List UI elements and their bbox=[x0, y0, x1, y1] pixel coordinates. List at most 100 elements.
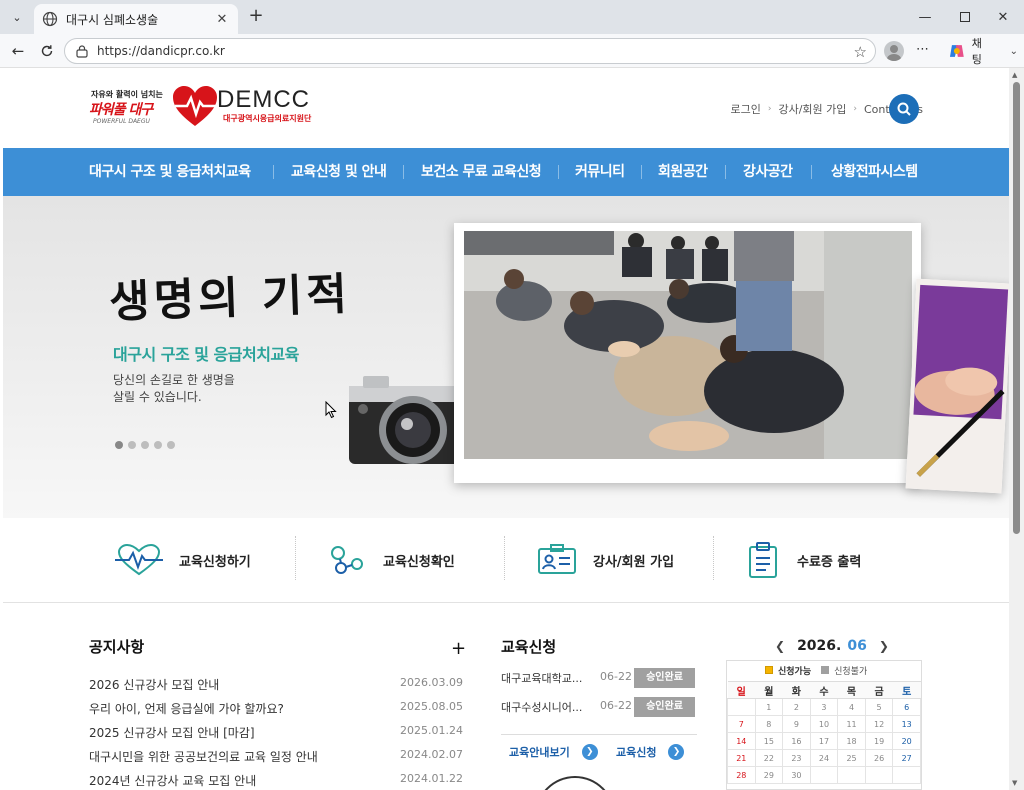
chevron-right-icon: ❯ bbox=[668, 744, 685, 760]
quick-label: 교육신청확인 bbox=[383, 554, 455, 570]
browser-tab[interactable]: 대구시 심폐소생술 ✕ bbox=[34, 4, 238, 34]
education-apply-link[interactable]: 교육신청 ❯ bbox=[616, 744, 685, 760]
calendar-day[interactable]: 10 bbox=[809, 715, 839, 733]
notice-more-plus-icon[interactable]: + bbox=[451, 638, 466, 659]
weekday-header: 금 bbox=[865, 681, 893, 699]
calendar-day[interactable]: 29 bbox=[754, 766, 784, 784]
notice-item[interactable]: 대구시민을 위한 공공보건의료 교육 일정 안내 2024.02.07 bbox=[89, 748, 463, 768]
calendar-day[interactable]: 11 bbox=[837, 715, 866, 733]
calendar-week-row: 14 15 16 17 18 19 20 bbox=[727, 732, 921, 750]
site-logo[interactable]: 자유와 활력이 넘치는 파워풀 대구 POWERFUL DAEGU DEMCC … bbox=[87, 82, 327, 130]
calendar-day[interactable]: 26 bbox=[864, 749, 894, 767]
calendar-day[interactable]: 15 bbox=[754, 732, 784, 750]
calendar-day[interactable]: 9 bbox=[782, 715, 811, 733]
notice-item[interactable]: 2026 신규강사 모집 안내 2026.03.09 bbox=[89, 676, 463, 696]
calendar-day bbox=[809, 766, 839, 784]
page-scrollbar[interactable]: ▲ ▼ bbox=[1009, 68, 1024, 790]
nav-cpr-education[interactable]: 대구시 구조 및 응급처치교육 bbox=[89, 148, 251, 196]
chat-chevron-icon[interactable]: ⌄ bbox=[1010, 46, 1018, 57]
scroll-down-icon[interactable]: ▼ bbox=[1012, 779, 1017, 787]
maximize-icon[interactable] bbox=[952, 6, 978, 28]
calendar-day[interactable]: 21 bbox=[727, 749, 756, 767]
calendar-day[interactable]: 25 bbox=[837, 749, 866, 767]
calendar-day[interactable]: 18 bbox=[837, 732, 866, 750]
notice-item-title: 2025 신규강사 모집 안내 [마감] bbox=[89, 726, 255, 740]
slide-dot[interactable] bbox=[141, 441, 149, 449]
tab-close-icon[interactable]: ✕ bbox=[214, 12, 230, 27]
nav-education-apply[interactable]: 교육신청 및 안내 bbox=[291, 148, 387, 196]
calendar-day[interactable]: 8 bbox=[754, 715, 784, 733]
nav-community[interactable]: 커뮤니티 bbox=[575, 148, 625, 196]
calendar-day[interactable]: 22 bbox=[754, 749, 784, 767]
slide-dot[interactable] bbox=[128, 441, 136, 449]
nav-health-center-apply[interactable]: 보건소 무료 교육신청 bbox=[421, 148, 542, 196]
quick-print-certificate[interactable]: 수료증 출력 bbox=[747, 540, 861, 580]
calendar-day bbox=[892, 766, 921, 784]
page-viewport: 자유와 활력이 넘치는 파워풀 대구 POWERFUL DAEGU DEMCC … bbox=[3, 68, 1009, 790]
minimize-icon[interactable]: — bbox=[912, 6, 938, 28]
scroll-up-icon[interactable]: ▲ bbox=[1012, 71, 1017, 79]
slide-dot[interactable] bbox=[115, 441, 123, 449]
calendar-day[interactable]: 14 bbox=[727, 732, 756, 750]
calendar-day[interactable]: 19 bbox=[864, 732, 894, 750]
weekday-header: 목 bbox=[837, 681, 866, 699]
site-info-icon[interactable] bbox=[75, 44, 89, 58]
back-arrow-icon[interactable]: ← bbox=[8, 41, 28, 61]
new-tab-plus-icon[interactable]: + bbox=[246, 7, 266, 27]
education-decoration bbox=[535, 776, 615, 790]
calendar-day[interactable]: 27 bbox=[892, 749, 921, 767]
site-search-button[interactable] bbox=[889, 94, 919, 124]
nav-separator bbox=[641, 165, 642, 179]
cpr-training-photo-image bbox=[464, 231, 912, 459]
calendar-day[interactable]: 23 bbox=[782, 749, 811, 767]
quick-instructor-signup[interactable]: 강사/회원 가입 bbox=[537, 540, 674, 580]
slide-dot[interactable] bbox=[167, 441, 175, 449]
instructor-signup-link[interactable]: 강사/회원 가입 bbox=[778, 101, 846, 117]
calendar-day[interactable]: 17 bbox=[809, 732, 839, 750]
calendar-prev-icon[interactable]: ❮ bbox=[775, 639, 785, 653]
calendar-day[interactable]: 3 bbox=[809, 698, 839, 716]
notice-item[interactable]: 우리 아이, 언제 응급실에 가야 할까요? 2025.08.05 bbox=[89, 700, 463, 720]
notice-item[interactable]: 2025 신규강사 모집 안내 [마감] 2025.01.24 bbox=[89, 724, 463, 744]
calendar-day[interactable]: 30 bbox=[782, 766, 811, 784]
calendar-day[interactable]: 12 bbox=[864, 715, 894, 733]
weekday-header: 토 bbox=[892, 681, 921, 699]
notice-item-title: 2024년 신규강사 교육 모집 안내 bbox=[89, 774, 257, 788]
calendar-day[interactable]: 24 bbox=[809, 749, 839, 767]
connection-nodes-icon bbox=[331, 546, 363, 574]
education-item[interactable]: 대구교육대학교... 06-22 승인완료 bbox=[501, 668, 697, 688]
main-navigation: 대구시 구조 및 응급처치교육 교육신청 및 안내 보건소 무료 교육신청 커뮤… bbox=[3, 148, 1009, 196]
calendar-day[interactable]: 4 bbox=[837, 698, 866, 716]
nav-instructor-space[interactable]: 강사공간 bbox=[743, 148, 793, 196]
education-guide-link[interactable]: 교육안내보기 ❯ bbox=[509, 744, 598, 760]
scrollbar-thumb[interactable] bbox=[1013, 82, 1020, 534]
calendar-day[interactable]: 5 bbox=[864, 698, 894, 716]
calendar-day[interactable]: 20 bbox=[892, 732, 921, 750]
calendar-day[interactable]: 1 bbox=[754, 698, 784, 716]
window-close-icon[interactable]: ✕ bbox=[990, 6, 1016, 28]
calendar-next-icon[interactable]: ❯ bbox=[879, 639, 889, 653]
status-badge: 승인완료 bbox=[634, 668, 695, 688]
calendar-day[interactable]: 16 bbox=[782, 732, 811, 750]
calendar-day[interactable]: 6 bbox=[892, 698, 921, 716]
profile-avatar-icon[interactable] bbox=[884, 41, 904, 61]
url-input[interactable]: https://dandicpr.co.kr ☆ bbox=[64, 38, 876, 64]
calendar-day[interactable]: 13 bbox=[892, 715, 921, 733]
login-link[interactable]: 로그인 bbox=[730, 101, 760, 117]
education-item[interactable]: 대구수성시니어... 06-22 승인완료 bbox=[501, 697, 697, 717]
more-menu-icon[interactable]: ⋯ bbox=[916, 42, 930, 57]
calendar-day[interactable]: 28 bbox=[727, 766, 756, 784]
reload-icon[interactable] bbox=[37, 41, 57, 61]
quick-check-application[interactable]: 교육신청확인 bbox=[329, 540, 455, 580]
notice-item[interactable]: 2024년 신규강사 교육 모집 안내 2024.01.22 bbox=[89, 772, 463, 790]
copilot-chat-button[interactable]: 채팅 ⌄ bbox=[940, 37, 1018, 66]
nav-member-space[interactable]: 회원공간 bbox=[658, 148, 708, 196]
calendar-day[interactable]: 7 bbox=[727, 715, 756, 733]
quick-apply-education[interactable]: 교육신청하기 bbox=[115, 540, 251, 580]
calendar-day[interactable]: 2 bbox=[782, 698, 811, 716]
hero-banner[interactable]: 생명의 기적 대구시 구조 및 응급처치교육 당신의 손길로 한 생명을 살릴 … bbox=[3, 196, 1009, 518]
slide-dot[interactable] bbox=[154, 441, 162, 449]
nav-situation-system[interactable]: 상황전파시스템 bbox=[831, 148, 918, 196]
tab-list-chevron-icon[interactable]: ⌄ bbox=[6, 6, 28, 28]
favorite-star-icon[interactable]: ☆ bbox=[854, 43, 867, 61]
